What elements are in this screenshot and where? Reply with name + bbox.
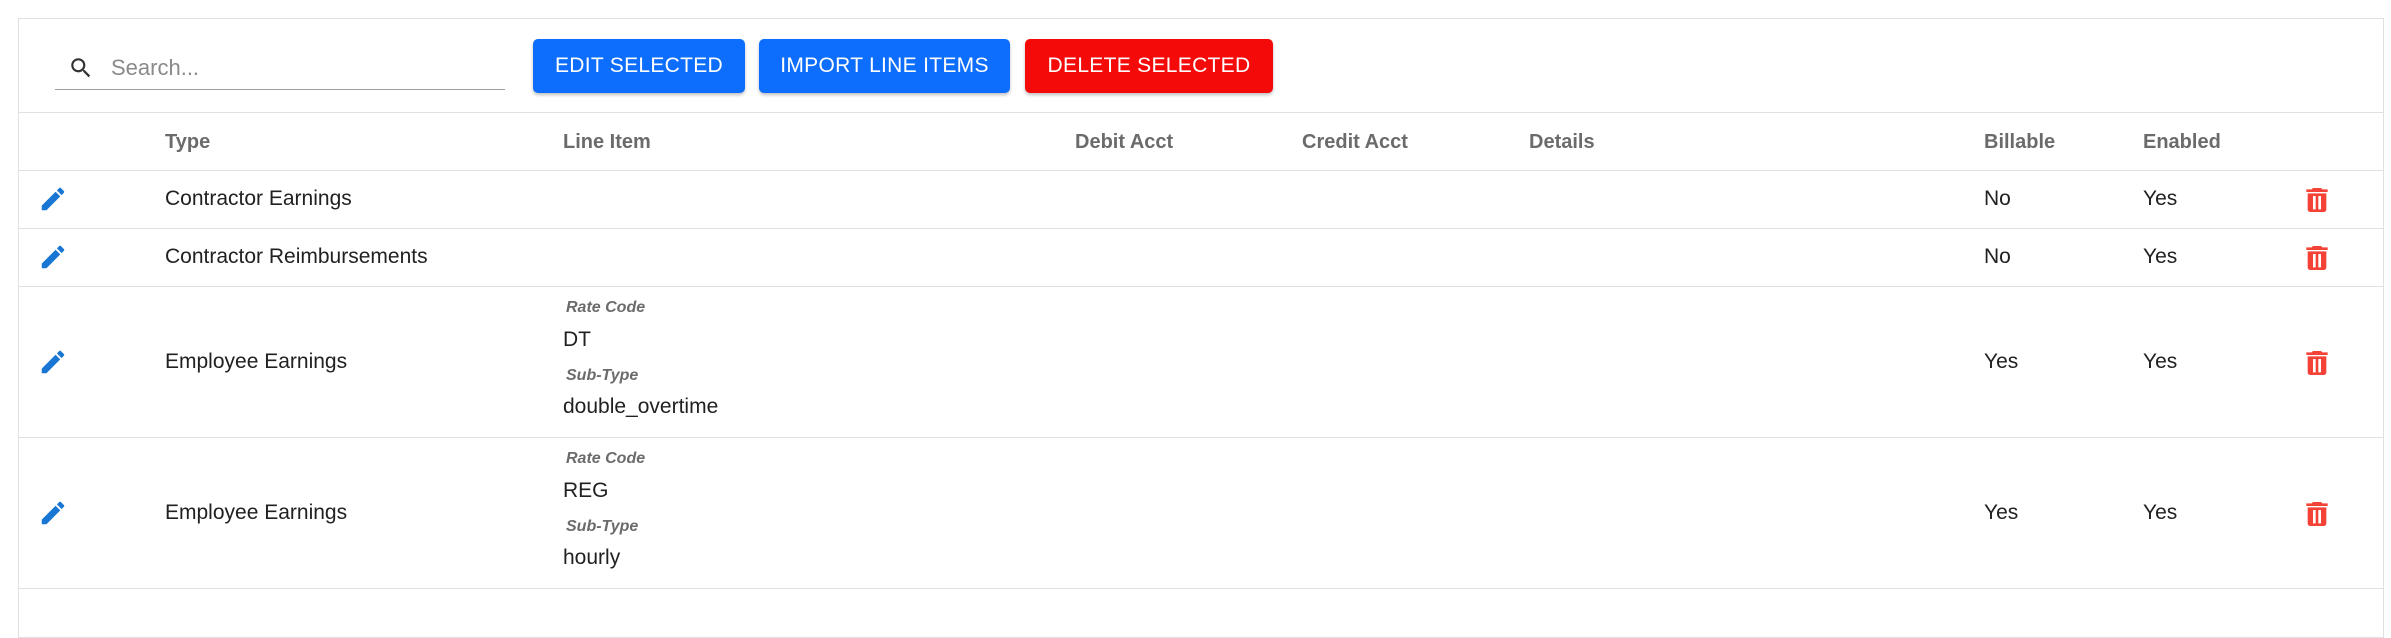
import-line-items-button[interactable]: IMPORT LINE ITEMS (759, 39, 1010, 93)
trash-icon (2306, 502, 2328, 526)
cell-enabled: Yes (2143, 350, 2178, 373)
column-header-type[interactable]: Type (165, 131, 210, 154)
sub-type-label: Sub-Type (566, 367, 639, 384)
table-header: Type Line Item Debit Acct Credit Acct De… (19, 113, 2383, 171)
pencil-icon (41, 187, 65, 211)
cell-enabled: Yes (2143, 501, 2178, 524)
cell-enabled: Yes (2143, 245, 2178, 268)
delete-row-button[interactable] (2299, 182, 2335, 218)
table-row: Employee Earnings Rate Code DT Sub-Type … (19, 287, 2383, 438)
pencil-icon (41, 245, 65, 269)
cell-type: Employee Earnings (165, 350, 348, 373)
cell-type: Employee Earnings (165, 501, 348, 524)
cell-billable: No (1984, 187, 2011, 210)
trash-icon (2306, 351, 2328, 375)
pencil-icon (41, 350, 65, 374)
sub-type-value: double_overtime (563, 395, 719, 418)
line-items-panel: EDIT SELECTED IMPORT LINE ITEMS DELETE S… (18, 18, 2384, 638)
column-header-enabled[interactable]: Enabled (2143, 131, 2221, 154)
cell-type: Contractor Reimbursements (165, 245, 428, 268)
delete-row-button[interactable] (2299, 496, 2335, 532)
edit-selected-button[interactable]: EDIT SELECTED (533, 39, 745, 93)
column-header-line-item[interactable]: Line Item (563, 131, 651, 154)
column-header-debit-acct[interactable]: Debit Acct (1075, 131, 1173, 154)
cell-type: Contractor Earnings (165, 187, 352, 210)
rate-code-label: Rate Code (566, 450, 646, 467)
delete-selected-button[interactable]: DELETE SELECTED (1025, 39, 1273, 93)
cell-enabled: Yes (2143, 187, 2178, 210)
table-row: Contractor Reimbursements No Yes (19, 229, 2383, 287)
edit-row-button[interactable] (35, 495, 71, 531)
search-input[interactable] (109, 54, 493, 82)
column-header-credit-acct[interactable]: Credit Acct (1302, 131, 1408, 154)
pencil-icon (41, 501, 65, 525)
delete-row-button[interactable] (2299, 345, 2335, 381)
edit-row-button[interactable] (35, 344, 71, 380)
column-header-details[interactable]: Details (1529, 131, 1595, 154)
toolbar: EDIT SELECTED IMPORT LINE ITEMS DELETE S… (19, 19, 2383, 113)
rate-code-value: REG (563, 479, 609, 502)
cell-billable: Yes (1984, 350, 2019, 373)
cell-billable: Yes (1984, 501, 2019, 524)
rate-code-value: DT (563, 328, 591, 351)
rate-code-label: Rate Code (566, 299, 646, 316)
edit-row-button[interactable] (35, 181, 71, 217)
trash-icon (2306, 246, 2328, 270)
table-row: Employee Earnings Rate Code REG Sub-Type… (19, 438, 2383, 589)
column-header-billable[interactable]: Billable (1984, 131, 2055, 154)
delete-row-button[interactable] (2299, 240, 2335, 276)
edit-row-button[interactable] (35, 239, 71, 275)
trash-icon (2306, 188, 2328, 212)
cell-billable: No (1984, 245, 2011, 268)
sub-type-label: Sub-Type (566, 518, 639, 535)
search-icon (63, 50, 99, 86)
sub-type-value: hourly (563, 546, 621, 569)
table-row: Contractor Earnings No Yes (19, 171, 2383, 229)
search-box[interactable] (55, 47, 505, 90)
